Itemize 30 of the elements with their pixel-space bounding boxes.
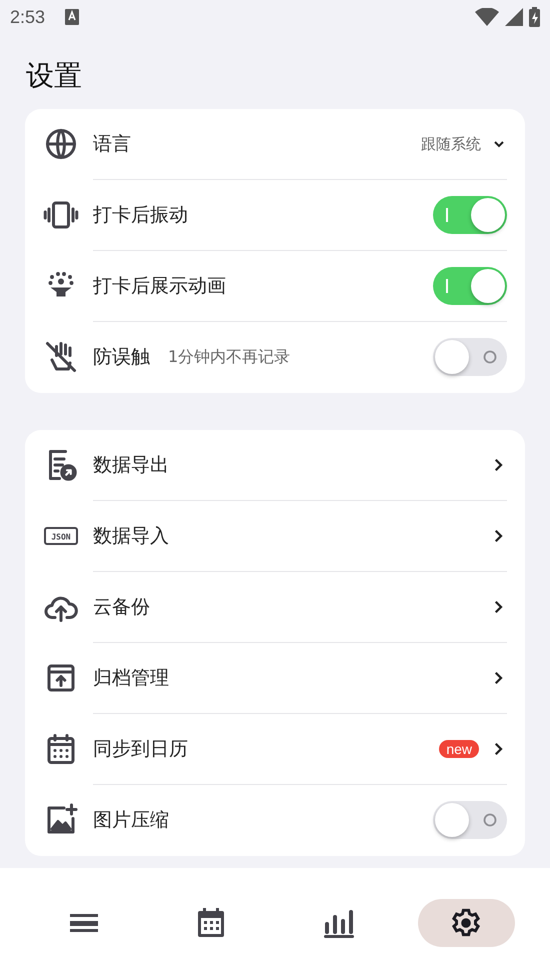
toggle-switch[interactable] <box>433 338 507 376</box>
status-time: 2:53 <box>10 6 46 28</box>
setting-label: 语言 <box>93 132 131 158</box>
toggle-switch[interactable] <box>433 267 507 306</box>
off-indicator-icon <box>483 350 497 364</box>
setting-label: 防误触 <box>93 345 150 370</box>
setting-label: 打卡后振动 <box>93 203 188 228</box>
signal-icon <box>505 8 523 26</box>
new-badge: new <box>439 740 479 758</box>
page-title: 设置 <box>25 58 83 94</box>
setting-label: 同步到日历 <box>93 737 188 762</box>
setting-label: 打卡后展示动画 <box>93 274 226 300</box>
calendar-icon <box>196 907 226 940</box>
on-indicator-icon <box>446 279 448 294</box>
toggle-switch[interactable] <box>433 801 507 840</box>
nav-tab[interactable] <box>418 899 515 948</box>
setting-value[interactable]: 跟随系统 <box>421 134 481 154</box>
battery-charging-icon <box>529 7 540 28</box>
setting-label: 数据导入 <box>93 524 169 550</box>
setting-label: 数据导出 <box>93 453 169 478</box>
wifi-icon <box>475 8 499 26</box>
bar-chart-icon <box>322 908 355 938</box>
off-indicator-icon <box>483 813 497 828</box>
setting-label: 归档管理 <box>93 666 169 692</box>
toggle-switch[interactable] <box>433 196 507 234</box>
on-indicator-icon <box>446 208 448 222</box>
setting-label: 图片压缩 <box>93 808 169 834</box>
setting-label: 云备份 <box>93 595 150 620</box>
keyboard-notification-icon <box>65 9 80 26</box>
setting-hint: 1分钟内不再记录 <box>168 346 290 368</box>
